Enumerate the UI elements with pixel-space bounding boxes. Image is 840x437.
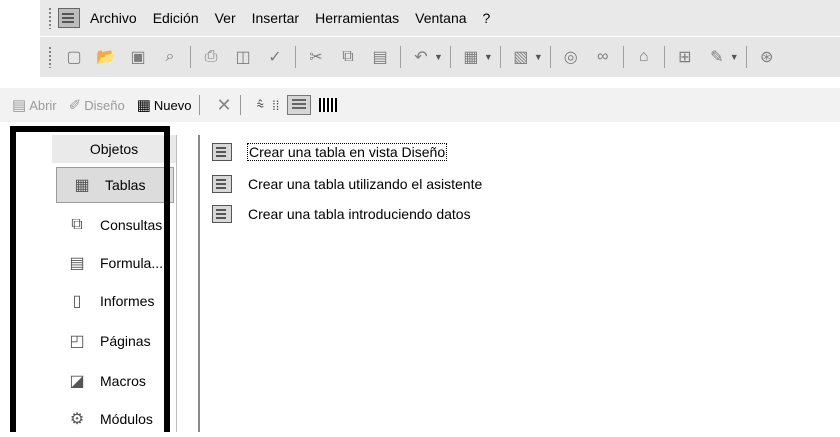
objects-list: Crear una tabla en vista Diseño Crear un… <box>198 135 840 432</box>
design-button[interactable]: ✐ Diseño <box>69 96 125 114</box>
sidebar-item-label: Macros <box>100 373 146 389</box>
toolbar-separator <box>549 46 551 68</box>
new-object-icon: ▦ <box>136 97 151 114</box>
page-icon: ◰ <box>69 333 85 350</box>
menu-ventana[interactable]: Ventana <box>415 10 466 26</box>
design-icon: ✐ <box>68 97 82 114</box>
print-preview-icon[interactable]: ◫ <box>230 46 256 68</box>
office-links-dropdown-icon[interactable]: ▼ <box>484 52 493 62</box>
sidebar-item-label: Informes <box>100 293 155 309</box>
save-icon[interactable]: ▣ <box>125 46 151 68</box>
create-table-icon <box>212 143 232 161</box>
toolbar-separator <box>400 46 401 68</box>
toolbar-grip[interactable] <box>48 46 52 68</box>
table-icon: ▦ <box>74 177 90 194</box>
list-item-label: Crear una tabla introduciendo datos <box>248 206 471 222</box>
toolbar-separator <box>449 46 451 68</box>
form-icon: ▤ <box>69 255 85 272</box>
menu-insertar[interactable]: Insertar <box>252 10 299 26</box>
new-object-dropdown-icon[interactable]: ▼ <box>730 52 739 62</box>
list-item[interactable]: Crear una tabla introduciendo datos <box>212 203 471 225</box>
objects-header: Objetos <box>52 135 176 163</box>
toolbar-separator <box>663 46 665 68</box>
menu-archivo[interactable]: Archivo <box>90 10 137 26</box>
new-button[interactable]: ▦ Nuevo <box>137 96 192 114</box>
office-links-icon[interactable]: ▦ <box>458 46 484 68</box>
paste-icon[interactable]: ▤ <box>367 46 393 68</box>
toolbar-separator <box>622 46 624 68</box>
menu-help[interactable]: ? <box>483 10 491 26</box>
list-item-label: Crear una tabla utilizando el asistente <box>248 176 483 192</box>
sidebar-item-consultas[interactable]: ⧉ Consultas <box>52 207 176 243</box>
objects-header-label: Objetos <box>89 141 139 157</box>
open-button[interactable]: ▤ Abrir <box>12 96 57 114</box>
small-icons-view-icon[interactable]: ⁞⁞ <box>272 98 279 113</box>
sidebar-item-label: Formula... <box>100 255 164 271</box>
toolbar-separator <box>199 95 201 115</box>
objects-sidebar: Objetos ▦ Tablas ⧉ Consultas ▤ Formula..… <box>52 135 177 432</box>
report-icon: ▯ <box>72 293 82 310</box>
toolbar-separator <box>190 46 191 68</box>
open-object-icon: ▤ <box>12 97 27 114</box>
analyze-dropdown-icon[interactable]: ▼ <box>534 52 543 62</box>
copy-icon[interactable]: ⧉ <box>335 46 361 68</box>
toolbar-separator <box>499 46 501 68</box>
new-object-icon[interactable]: ⊞ <box>672 46 698 68</box>
sidebar-item-label: Módulos <box>100 411 153 427</box>
details-view-icon[interactable] <box>317 96 339 114</box>
create-table-icon <box>212 205 232 223</box>
menu-bar: Archivo Edición Ver Insertar Herramienta… <box>40 0 840 36</box>
database-toolbar: ▤ Abrir ✐ Diseño ▦ Nuevo ✕ ⩯ ⁞⁞ <box>0 88 840 122</box>
sidebar-item-macros[interactable]: ◪ Macros <box>52 363 176 399</box>
list-item[interactable]: Crear una tabla utilizando el asistente <box>212 173 482 195</box>
module-icon: ⚙ <box>69 411 85 428</box>
help-icon[interactable]: ⊛ <box>754 46 780 68</box>
new-icon[interactable]: ▢ <box>61 46 87 68</box>
standard-toolbar: ▢ 📂 ▣ ⌕ ⎙ ◫ ✓ ✂ ⧉ ▤ ↶ ▼ ▦ ▼ ▧ ▼ ◎ ∞ ⌂ ⊞ … <box>40 36 840 77</box>
open-icon[interactable]: 📂 <box>93 46 119 68</box>
menu-edicion[interactable]: Edición <box>153 10 199 26</box>
menu-ver[interactable]: Ver <box>215 10 236 26</box>
autoform-icon[interactable]: ✎ <box>704 46 730 68</box>
toolbar-separator <box>295 46 296 68</box>
delete-icon[interactable]: ✕ <box>216 95 231 116</box>
list-item[interactable]: Crear una tabla en vista Diseño <box>212 141 448 163</box>
sidebar-item-informes[interactable]: ▯ Informes <box>52 283 176 319</box>
query-icon: ⧉ <box>71 216 83 233</box>
search-icon[interactable]: ⌕ <box>157 46 183 68</box>
list-item-label: Crear una tabla en vista Diseño <box>246 143 448 161</box>
print-icon[interactable]: ⎙ <box>198 46 224 68</box>
sidebar-item-paginas[interactable]: ◰ Páginas <box>52 323 176 359</box>
macro-icon: ◪ <box>69 373 85 390</box>
analyze-icon[interactable]: ▧ <box>508 46 534 68</box>
database-window-icon[interactable] <box>58 8 80 28</box>
new-label: Nuevo <box>153 97 192 113</box>
spelling-icon[interactable]: ✓ <box>262 46 288 68</box>
toolbar-separator <box>745 46 747 68</box>
sidebar-item-label: Consultas <box>100 217 163 233</box>
sidebar-item-tablas[interactable]: ▦ Tablas <box>56 167 174 203</box>
sidebar-item-label: Páginas <box>100 333 151 349</box>
relationships-icon[interactable]: ⌂ <box>631 46 657 68</box>
undo-icon[interactable]: ↶ <box>408 46 434 68</box>
list-view-icon[interactable] <box>287 95 312 115</box>
properties-icon[interactable]: ∞ <box>590 46 616 68</box>
open-label: Abrir <box>29 97 57 113</box>
code-icon[interactable]: ◎ <box>558 46 584 68</box>
sidebar-item-label: Tablas <box>105 177 146 193</box>
design-label: Diseño <box>84 97 125 113</box>
toolbar-separator <box>239 95 241 115</box>
large-icons-view-icon[interactable]: ⩯ <box>257 97 265 113</box>
create-table-icon <box>212 175 232 193</box>
cut-icon[interactable]: ✂ <box>303 46 329 68</box>
sidebar-item-formularios[interactable]: ▤ Formula... <box>52 245 176 281</box>
undo-dropdown-icon[interactable]: ▼ <box>434 52 443 62</box>
menu-herramientas[interactable]: Herramientas <box>315 10 399 26</box>
toolbar-grip[interactable] <box>48 7 52 29</box>
